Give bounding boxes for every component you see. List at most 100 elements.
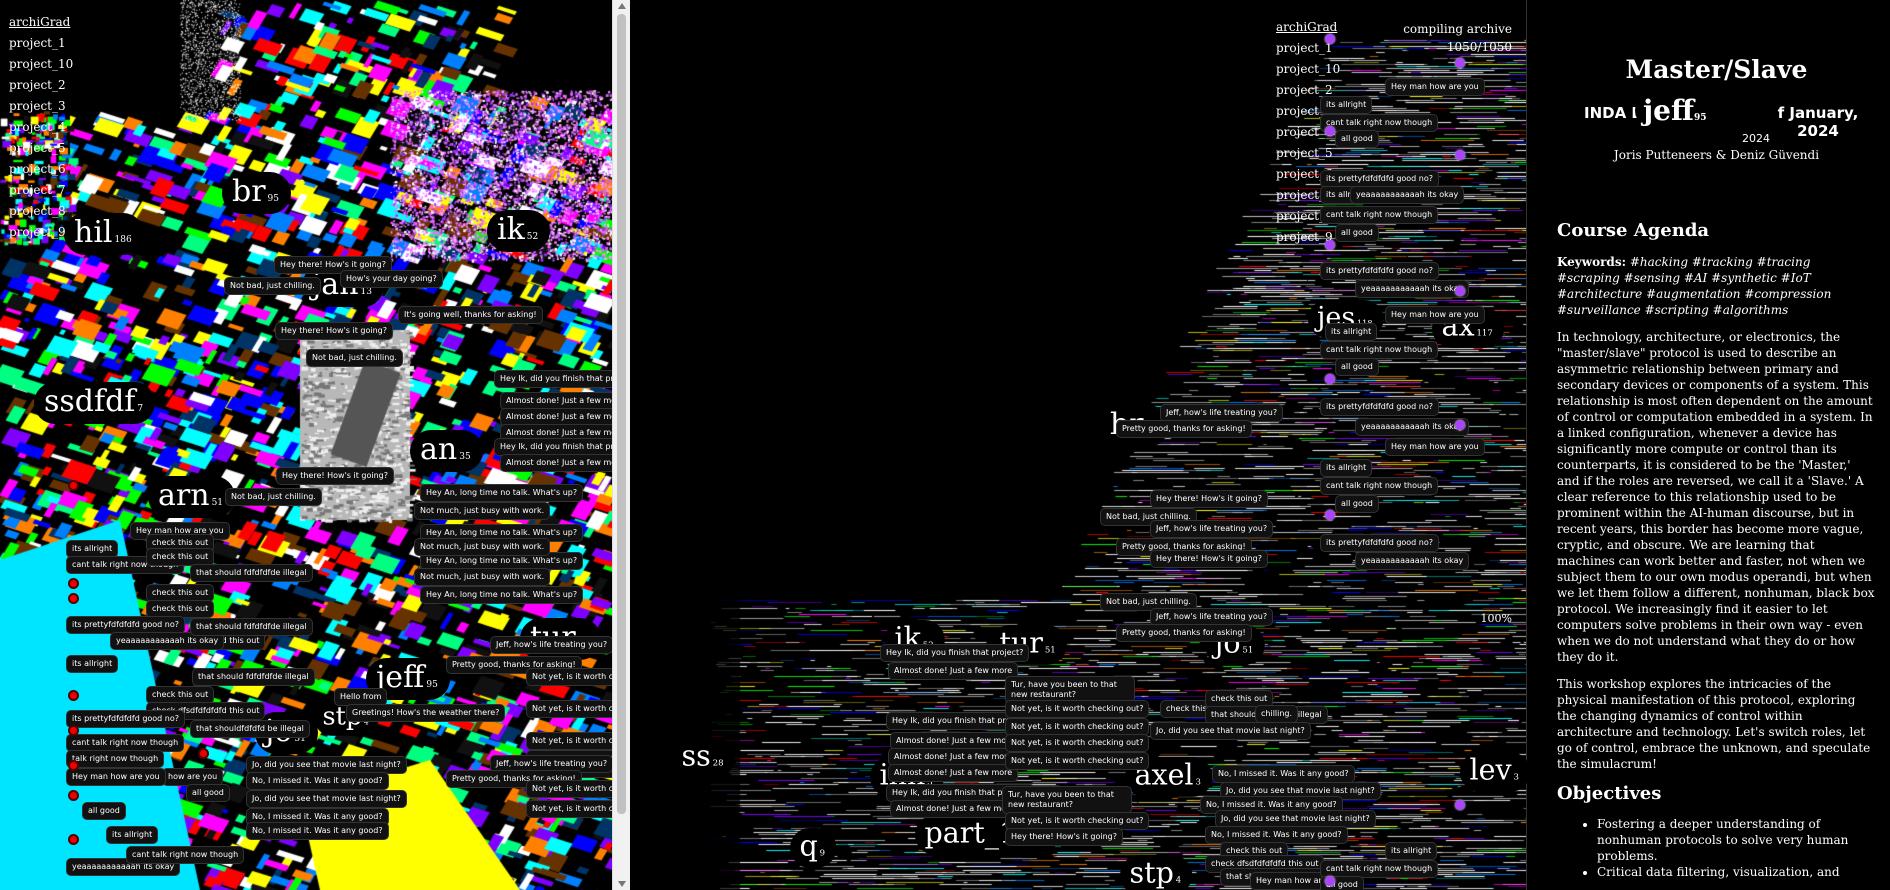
scrollbar-thumb[interactable]: [617, 14, 626, 814]
chat-bubble: Hey man how are you: [1385, 78, 1485, 96]
marker-dot-icon[interactable]: [1455, 286, 1465, 296]
chat-bubble: Hey there! How's it going?: [1150, 550, 1268, 568]
nav-project-link[interactable]: project_10: [9, 54, 73, 75]
nav-project-link[interactable]: project_5: [1276, 143, 1340, 164]
chat-bubble: its allright: [1320, 96, 1373, 114]
nav-home-link[interactable]: archiGrad: [9, 12, 73, 33]
marker-dot-icon[interactable]: [1325, 876, 1335, 886]
chat-bubble: its prettyfdfdfdfd good no?: [1320, 534, 1440, 552]
chat-bubble: Greetings! How's the weather there?: [346, 704, 506, 722]
objective-item: Fostering a deeper understanding of nonh…: [1597, 816, 1876, 864]
node-count: 52: [526, 232, 539, 242]
chat-bubble: all good: [1335, 495, 1379, 513]
nav-project-link[interactable]: project_3: [9, 96, 73, 117]
marker-dot-icon[interactable]: [1325, 510, 1335, 520]
node-count: 13: [360, 287, 372, 297]
nav-project-link[interactable]: project_1: [9, 33, 73, 54]
alert-dot-icon[interactable]: [68, 725, 79, 736]
alert-dot-icon[interactable]: [68, 593, 79, 604]
node-count: 51: [1242, 645, 1254, 656]
course-authors: Joris Putteneers & Deniz Güvendi: [1613, 148, 1820, 162]
chat-bubble: talk right now though: [66, 750, 165, 768]
marker-dot-icon[interactable]: [1455, 420, 1465, 430]
node-name: hil: [74, 215, 113, 250]
alert-dot-icon[interactable]: [68, 760, 79, 771]
dateline-under: 2024: [1742, 132, 1770, 145]
graph-node[interactable]: ik52: [487, 210, 551, 252]
chat-bubble: Not yet, is it worth checking out?: [526, 732, 612, 750]
marker-dot-icon[interactable]: [1455, 150, 1465, 160]
chat-bubble: cant talk right now though: [1320, 206, 1439, 224]
node-count: 35: [459, 452, 471, 462]
marker-dot-icon[interactable]: [1325, 374, 1335, 384]
chat-bubble: Jeff, how's life treating you?: [490, 636, 612, 654]
chat-bubble: yeaaaaaaaaaaah its okay: [1355, 280, 1470, 298]
graph-node[interactable]: stp 4: [1120, 855, 1193, 890]
alert-dot-icon[interactable]: [68, 480, 79, 491]
chat-bubble: its prettyfdfdfdfd good no?: [1320, 262, 1440, 280]
chat-bubble: Hey there! How's it going?: [1150, 490, 1268, 508]
chat-bubble: that should fdfdfdfde illegal: [190, 618, 313, 636]
node-name: lev: [1469, 753, 1512, 788]
node-jeff-overlay[interactable]: jeff95: [1635, 94, 1715, 127]
scroll-down-arrow-icon[interactable]: [618, 881, 626, 887]
marker-dot-icon[interactable]: [1325, 126, 1335, 136]
alert-dot-icon[interactable]: [68, 790, 79, 801]
marker-dot-icon[interactable]: [1455, 800, 1465, 810]
graph-node[interactable]: ssdfdf 7: [34, 382, 156, 424]
alert-dot-icon[interactable]: [198, 748, 209, 759]
left-archive-view[interactable]: archiGrad project_1 project_10 project_2 pro…: [0, 0, 612, 890]
nav-project-link[interactable]: project_5: [9, 138, 73, 159]
alert-dot-icon[interactable]: [68, 834, 79, 845]
alert-dot-icon[interactable]: [68, 690, 79, 701]
graph-node[interactable]: hil 186: [64, 213, 144, 255]
graph-node[interactable]: ss 28: [672, 738, 735, 778]
chat-bubble: Not yet, is it worth checking out?: [526, 668, 612, 686]
chat-bubble: Hey Ik, did you finish that project?: [494, 370, 612, 388]
node-name: jeff: [1643, 94, 1694, 127]
chat-bubble: Not much, just busy with work.: [414, 538, 551, 556]
graph-node[interactable]: an 35: [410, 430, 483, 472]
chat-bubble: its allright: [1385, 842, 1438, 860]
chat-bubble: its prettyfdfdfdfd good no?: [66, 710, 186, 728]
alert-dot-icon[interactable]: [68, 578, 79, 589]
nav-project-link[interactable]: project_2: [9, 75, 73, 96]
chat-bubble: Jo, did you see that movie last night?: [246, 790, 407, 808]
nav-project-link[interactable]: project_7: [9, 180, 73, 201]
left-pane-scrollbar[interactable]: [612, 0, 630, 890]
graph-node[interactable]: lev 3: [1460, 752, 1531, 792]
graph-node[interactable]: br95: [222, 172, 291, 214]
graph-node[interactable]: q9: [790, 828, 837, 868]
chat-bubble: Not much, just busy with work.: [414, 568, 551, 586]
graph-node[interactable]: arn 51: [148, 476, 236, 518]
chat-bubble: Hey An, long time no talk. What's up?: [420, 586, 584, 604]
node-count: 51: [211, 498, 224, 508]
node-count: 28: [712, 758, 724, 769]
left-project-nav: archiGrad project_1 project_10 project_2 pro…: [9, 12, 73, 243]
node-name: arn: [158, 478, 210, 513]
chat-bubble: Hey man how are you: [1385, 306, 1485, 324]
chat-bubble: Not yet, is it worth checking out?: [526, 780, 612, 798]
nav-project-link[interactable]: project_8: [9, 201, 73, 222]
chat-bubble: yeaaaaaaaaaaah its okay: [1355, 418, 1470, 436]
nav-project-link[interactable]: project_4: [9, 117, 73, 138]
chat-bubble: Tur, have you been to that new restauran…: [1002, 786, 1132, 814]
chat-bubble: Pretty good, thanks for asking!: [1116, 624, 1252, 642]
chat-bubble: that should fdfdfdfde illegal: [192, 668, 315, 686]
nav-project-link[interactable]: project_9: [9, 222, 73, 243]
chat-bubble: Hey man how are you: [1385, 438, 1485, 456]
chat-bubble: cant talk right now though: [126, 846, 245, 864]
chat-bubble: Not bad, just chilling.: [225, 488, 322, 506]
chat-bubble: Not yet, is it worth checking out?: [1005, 700, 1150, 718]
chat-bubble: Almost done! Just a few more: [500, 454, 612, 472]
node-count: 3: [1513, 772, 1519, 783]
chat-bubble: It's going well, thanks for asking!: [398, 306, 543, 324]
nav-project-link[interactable]: project_6: [9, 159, 73, 180]
scroll-up-arrow-icon[interactable]: [618, 3, 626, 9]
marker-dot-icon[interactable]: [1325, 240, 1335, 250]
marker-dot-icon[interactable]: [1455, 58, 1465, 68]
nav-project-link[interactable]: project_10: [1276, 59, 1340, 80]
marker-dot-icon[interactable]: [1325, 34, 1335, 44]
node-count: 7: [137, 404, 144, 414]
chat-bubble: No, I missed it. Was it any good?: [246, 822, 389, 840]
